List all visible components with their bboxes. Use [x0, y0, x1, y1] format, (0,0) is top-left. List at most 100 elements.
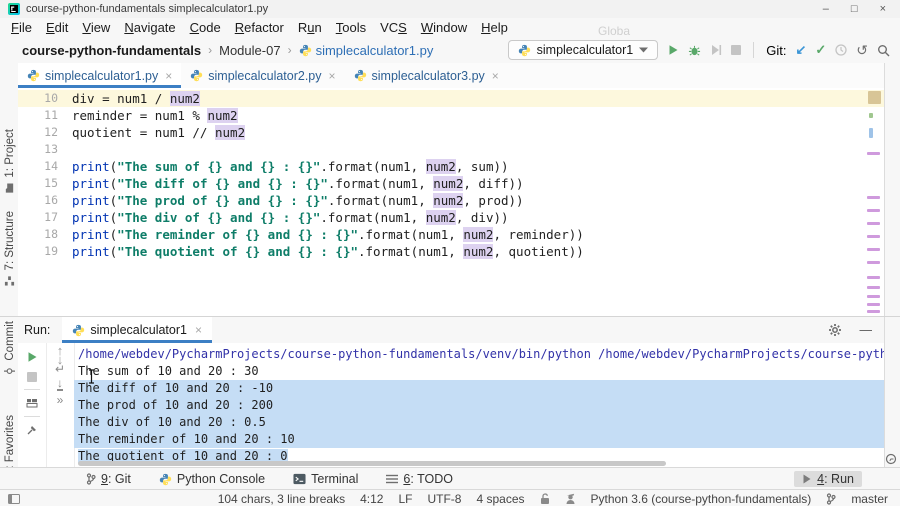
breadcrumb-item[interactable]: course-python-fundamentals — [22, 43, 201, 58]
bottom-toolwindow-bar: 9: Git Python Console Terminal 6: TODO 4: R… — [0, 467, 900, 490]
toolwindow-button-commit[interactable]: Commit — [2, 321, 17, 377]
editor-tab-simplecalculator3-py[interactable]: simplecalculator3.py × — [345, 63, 508, 88]
status-utf8[interactable]: UTF-8 — [427, 492, 461, 506]
toolwindow-toggle-icon[interactable] — [8, 493, 20, 504]
toolwindow-button-9-git[interactable]: 9: Git — [86, 472, 131, 486]
editor-tab-simplecalculator1-py[interactable]: simplecalculator1.py × — [18, 63, 182, 88]
code-editor[interactable]: 10 div = num1 / num2 11 reminder = num1 % n… — [18, 88, 884, 318]
toolwindow-button-1-project[interactable]: 1: Project — [2, 129, 17, 194]
line-number: 15 — [44, 176, 58, 190]
toolwindow-button-python-console[interactable]: Python Console — [159, 472, 265, 486]
toolwindow-button-terminal[interactable]: Terminal — [293, 472, 358, 486]
breadcrumb-item-label: course-python-fundamentals — [22, 42, 202, 58]
breadcrumb-separator: › — [287, 43, 292, 57]
inspections-indicator[interactable] — [868, 91, 881, 104]
scroll-to-end-button[interactable]: ↓ — [57, 377, 63, 391]
git-history-button[interactable] — [835, 44, 847, 56]
code-line-10: 10 div = num1 / num2 — [18, 90, 884, 107]
divider — [24, 389, 40, 390]
occurrence-marker-tick[interactable] — [867, 196, 880, 199]
status-lf[interactable]: LF — [398, 492, 412, 506]
run-gray-icon — [802, 474, 812, 484]
menu-code[interactable]: Code — [183, 20, 228, 35]
breadcrumb-item[interactable]: simplecalculator1.py — [299, 43, 433, 58]
toolwindow-button-7-structure[interactable]: 7: Structure — [2, 211, 17, 286]
menu-run[interactable]: Run — [291, 20, 329, 35]
run-console-output[interactable]: /home/webdev/PycharmProjects/course-pyth… — [74, 343, 884, 467]
search-everywhere-button[interactable] — [877, 44, 890, 57]
menu-view[interactable]: View — [75, 20, 117, 35]
breadcrumb-separator: › — [208, 43, 213, 57]
menu-navigate[interactable]: Navigate — [117, 20, 182, 35]
occurrence-marker-tick[interactable] — [867, 286, 880, 289]
blue-marker-tick[interactable] — [869, 128, 873, 138]
stop-process-button[interactable] — [27, 372, 37, 382]
console-line: The sum of 10 and 20 : 30 — [78, 364, 259, 378]
code-text: print("The diff of {} and {} : {}".forma… — [72, 176, 524, 191]
status-python[interactable]: Python 3.6 (course-python-fundamentals) — [591, 492, 812, 506]
occurrence-marker-tick[interactable] — [867, 222, 880, 225]
coverage-button[interactable] — [710, 44, 722, 56]
status-master[interactable]: master — [851, 492, 888, 506]
menu-tools[interactable]: Tools — [329, 20, 373, 35]
status-412[interactable]: 4:12 — [360, 492, 383, 506]
console-gutter-toolbar: ↑ ↓ ↵ ↓ » — [46, 343, 75, 467]
editor-tab-simplecalculator2-py[interactable]: simplecalculator2.py × — [181, 63, 344, 88]
pycharm-window: course-python-fundamentals simplecalcula… — [0, 0, 900, 506]
debug-button[interactable] — [688, 44, 701, 57]
maximize-button[interactable]: □ — [851, 3, 858, 15]
breadcrumb-item[interactable]: Module-07 — [219, 43, 280, 58]
close-button[interactable]: × — [880, 3, 886, 15]
console-line: The div of 10 and 20 : 0.5 — [74, 414, 884, 431]
occurrence-marker-tick[interactable] — [867, 276, 880, 279]
commit-icon — [4, 366, 15, 377]
occurrence-marker-tick[interactable] — [867, 310, 880, 313]
occurrence-marker-tick[interactable] — [867, 209, 880, 212]
status-4[interactable]: 4 spaces — [476, 492, 524, 506]
console-line: The reminder of 10 and 20 : 10 — [74, 431, 884, 448]
menu-refactor[interactable]: Refactor — [228, 20, 291, 35]
occurrence-marker-tick[interactable] — [867, 303, 880, 306]
code-text: print("The prod of {} and {} : {}".forma… — [72, 193, 524, 208]
minimize-button[interactable]: – — [823, 3, 829, 15]
scrollbar-marker-strip — [864, 88, 884, 318]
stop-button[interactable] — [731, 45, 742, 55]
console-horizontal-scrollbar[interactable] — [78, 461, 666, 466]
code-text: print("The reminder of {} and {} : {}".f… — [72, 227, 584, 242]
code-line-13: 13 — [18, 141, 884, 158]
close-icon[interactable]: × — [329, 69, 336, 83]
occurrence-marker-tick[interactable] — [867, 248, 880, 251]
inspections-hector-icon[interactable] — [565, 493, 576, 505]
menu-window[interactable]: Window — [414, 20, 474, 35]
rerun-button[interactable] — [26, 351, 38, 363]
pin-tab-button[interactable] — [26, 424, 38, 436]
toolwindow-button-6-todo[interactable]: 6: TODO — [386, 472, 453, 486]
menu-help[interactable]: Help — [474, 20, 515, 35]
toolwindow-button-4-run[interactable]: 4: Run — [794, 471, 862, 487]
close-icon[interactable]: × — [165, 69, 172, 83]
close-icon[interactable]: × — [195, 323, 202, 337]
menu-file[interactable]: File — [4, 20, 39, 35]
run-console-tab[interactable]: simplecalculator1 × — [62, 317, 212, 343]
run-configuration-selector[interactable]: simplecalculator1 — [507, 40, 659, 60]
show-run-configurations-button[interactable] — [26, 397, 38, 409]
close-icon[interactable]: × — [492, 69, 499, 83]
occurrence-marker-tick[interactable] — [867, 152, 880, 155]
project-icon — [4, 183, 15, 194]
python-file-icon — [190, 69, 203, 82]
occurrence-marker-tick[interactable] — [867, 261, 880, 264]
line-number: 14 — [44, 159, 58, 173]
run-button[interactable] — [667, 44, 679, 56]
line-number: 16 — [44, 193, 58, 207]
toolwindow-button-label: Python Console — [176, 472, 266, 486]
menu-edit[interactable]: Edit — [39, 20, 75, 35]
occurrence-marker-tick[interactable] — [867, 235, 880, 238]
line-number: 19 — [44, 244, 58, 258]
git-branch-icon[interactable] — [826, 492, 836, 505]
hide-panel-button[interactable]: — — [860, 323, 873, 337]
lock-icon[interactable] — [540, 492, 550, 505]
occurrence-marker-tick[interactable] — [867, 295, 880, 298]
green-marker-tick[interactable] — [869, 113, 873, 118]
console-settings-button[interactable] — [828, 323, 842, 337]
menu-vcs[interactable]: VCS — [373, 20, 414, 35]
